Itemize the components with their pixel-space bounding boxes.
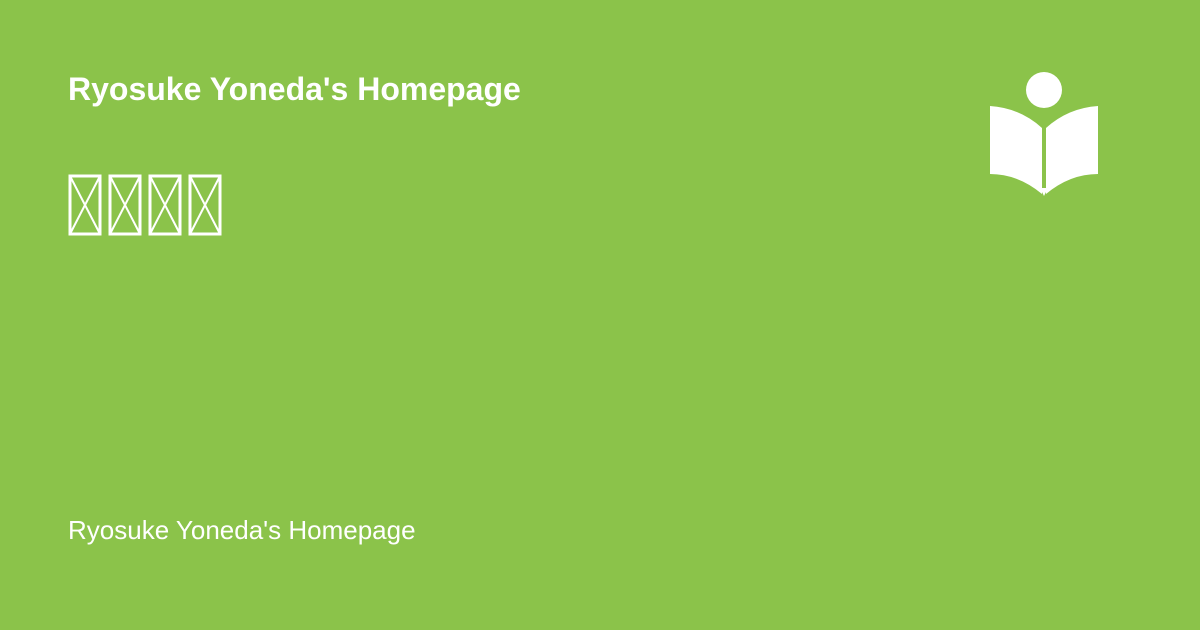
og-card: Ryosuke Yoneda's Homepage Ryosuke Yoneda…: [0, 0, 1200, 630]
reader-book-icon: [990, 72, 1098, 196]
site-title: Ryosuke Yoneda's Homepage: [68, 71, 521, 107]
missing-glyph-icon: [188, 174, 222, 236]
footer-site-name: Ryosuke Yoneda's Homepage: [68, 515, 416, 545]
missing-glyph-icon: [68, 174, 102, 236]
missing-glyph-icon: [148, 174, 182, 236]
missing-glyph-icon: [108, 174, 142, 236]
page-heading: [68, 174, 222, 236]
